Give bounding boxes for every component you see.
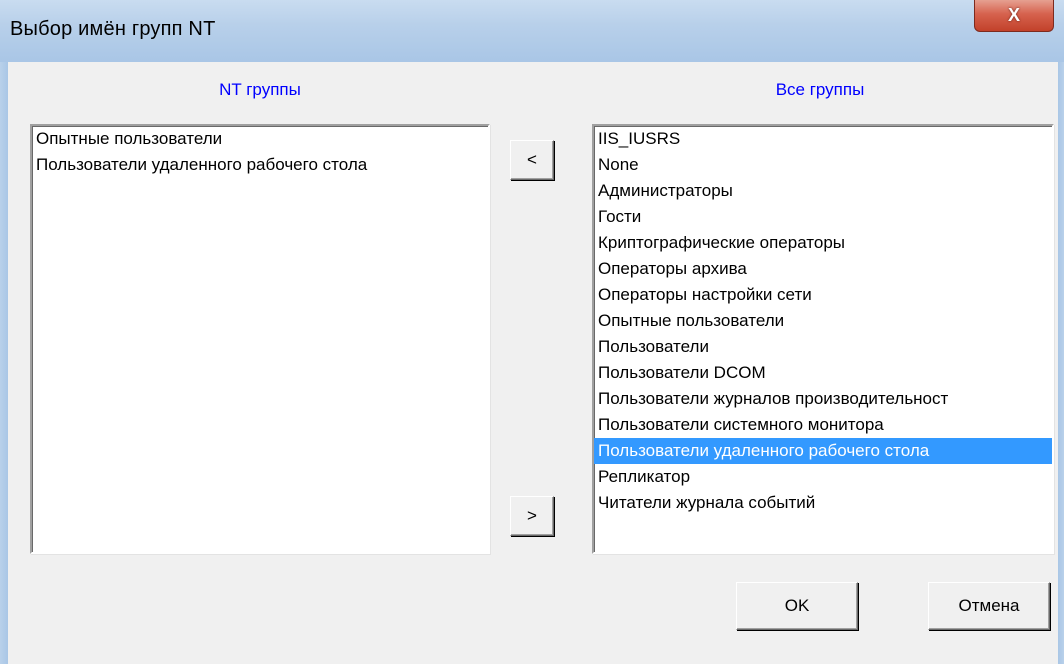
ok-button[interactable]: OK — [736, 582, 858, 630]
all-group-item[interactable]: Репликатор — [594, 464, 1052, 490]
nt-group-item[interactable]: Пользователи удаленного рабочего стола — [32, 152, 488, 178]
all-group-item[interactable]: Администраторы — [594, 178, 1052, 204]
nt-groups-listbox[interactable]: Опытные пользователи Пользователи удаленн… — [30, 124, 490, 554]
all-group-item[interactable]: None — [594, 152, 1052, 178]
move-left-label: < — [527, 150, 537, 169]
all-group-item[interactable]: Пользователи журналов производительност — [594, 386, 1052, 412]
nt-groups-label: NT группы — [219, 80, 301, 99]
close-button[interactable]: X — [974, 0, 1054, 32]
all-group-item[interactable]: Пользователи удаленного рабочего стола — [594, 438, 1052, 464]
dialog-client-area: NT группы Все группы Опытные пользовател… — [8, 62, 1058, 664]
move-right-label: > — [527, 506, 537, 525]
title-bar[interactable]: Выбор имён групп NT X — [0, 0, 1064, 62]
window-title: Выбор имён групп NT — [10, 18, 216, 40]
window-frame-left — [0, 62, 8, 664]
all-group-item[interactable]: Опытные пользователи — [594, 308, 1052, 334]
ok-label: OK — [784, 596, 810, 615]
move-right-button[interactable]: > — [510, 496, 554, 536]
all-groups-listbox[interactable]: IIS_IUSRS None Администраторы Гости Криптогр… — [592, 124, 1054, 554]
window-frame-right — [1058, 62, 1064, 664]
all-group-item[interactable]: Операторы настройки сети — [594, 282, 1052, 308]
dialog-window: Выбор имён групп NT X NT группы Все груп… — [0, 0, 1064, 664]
nt-group-item[interactable]: Опытные пользователи — [32, 126, 488, 152]
cancel-button[interactable]: Отмена — [928, 582, 1050, 630]
move-left-button[interactable]: < — [510, 140, 554, 180]
cancel-label: Отмена — [958, 596, 1020, 615]
all-group-item[interactable]: Криптографические операторы — [594, 230, 1052, 256]
all-group-item[interactable]: IIS_IUSRS — [594, 126, 1052, 152]
all-group-item[interactable]: Гости — [594, 204, 1052, 230]
all-group-item[interactable]: Пользователи системного монитора — [594, 412, 1052, 438]
all-group-item[interactable]: Пользователи DCOM — [594, 360, 1052, 386]
all-group-item[interactable]: Пользователи — [594, 334, 1052, 360]
all-group-item[interactable]: Читатели журнала событий — [594, 490, 1052, 516]
close-icon: X — [1007, 5, 1020, 25]
all-group-item[interactable]: Операторы архива — [594, 256, 1052, 282]
all-groups-label: Все группы — [775, 80, 865, 99]
